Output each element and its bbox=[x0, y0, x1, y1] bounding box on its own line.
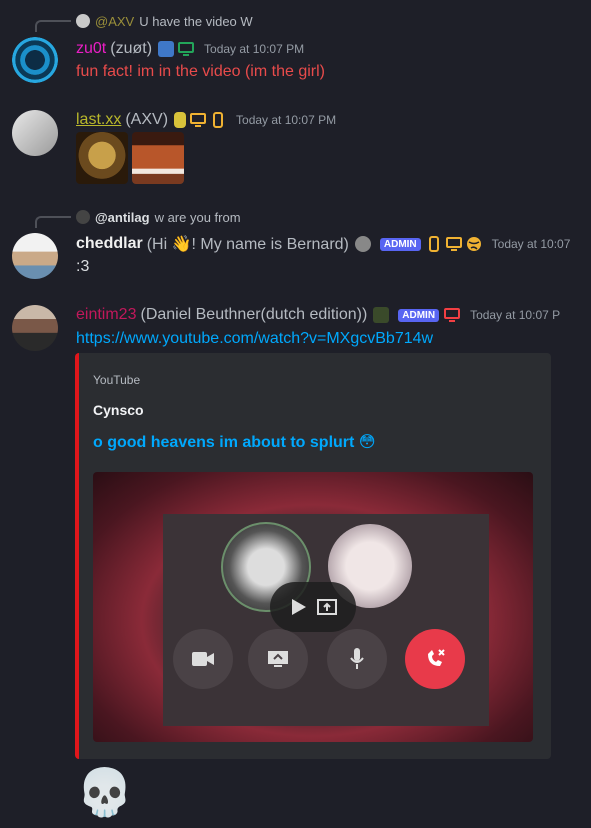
desktop-icon bbox=[445, 237, 462, 251]
desktop-icon bbox=[190, 113, 207, 127]
mobile-icon bbox=[428, 236, 439, 252]
username[interactable]: last.xx bbox=[76, 111, 121, 129]
avatar[interactable] bbox=[12, 110, 58, 156]
skull-message: 💀 bbox=[76, 765, 134, 819]
display-name: (Hi 👋! My name is Bernard) bbox=[146, 236, 349, 253]
embed-provider: YouTube bbox=[93, 373, 141, 387]
message-cheddlar: @antilag w are you from cheddlar (Hi 👋! … bbox=[0, 200, 591, 300]
reply-connector bbox=[35, 216, 71, 228]
hangup-icon bbox=[428, 649, 445, 666]
username[interactable]: eintim23 bbox=[76, 306, 136, 324]
message-last-xx: last.xx (AXV) Today at 10:07 PM bbox=[0, 100, 591, 200]
message-content: :3 bbox=[76, 258, 90, 275]
camera-icon bbox=[192, 652, 214, 666]
reply-connector bbox=[35, 20, 71, 32]
admin-badge: ADMIN bbox=[379, 237, 421, 251]
reply-text: U have the video W bbox=[139, 13, 253, 29]
timestamp: Today at 10:07 PM bbox=[236, 113, 337, 127]
timestamp: Today at 10:07 bbox=[491, 237, 571, 251]
play-button[interactable] bbox=[270, 582, 356, 632]
message-zu0t: @AXV U have the video W zu0t (zuøt) Toda… bbox=[0, 0, 591, 100]
message-eintim23: eintim23 (Daniel Beuthner(dutch edition)… bbox=[0, 300, 591, 770]
admin-badge: ADMIN bbox=[398, 308, 440, 322]
skull-emoji[interactable] bbox=[76, 132, 128, 184]
role-icon bbox=[158, 41, 175, 57]
embed-author[interactable]: Cynsco bbox=[93, 402, 144, 418]
role-icon bbox=[174, 112, 187, 128]
desktop-icon bbox=[444, 308, 461, 322]
embed-title[interactable]: o good heavens im about to splurt 😳 bbox=[93, 432, 375, 452]
youtube-link[interactable]: https://www.youtube.com/watch?v=MXgcvBb7… bbox=[76, 330, 433, 348]
video-thumbnail[interactable] bbox=[93, 472, 533, 742]
reply-user[interactable]: @antilag bbox=[95, 210, 150, 225]
display-name: (zuøt) bbox=[110, 40, 153, 57]
role-icon bbox=[373, 307, 390, 323]
globe-icon bbox=[466, 237, 481, 251]
display-name: (Daniel Beuthner(dutch edition)) bbox=[140, 306, 368, 323]
reply-text: w are you from bbox=[154, 209, 241, 225]
display-name: (AXV) bbox=[125, 111, 169, 128]
reply-preview[interactable]: @antilag w are you from bbox=[76, 208, 241, 226]
call-screenshare-button bbox=[248, 629, 308, 689]
timestamp: Today at 10:07 P bbox=[470, 308, 561, 322]
username[interactable]: zu0t bbox=[76, 40, 106, 58]
avatar[interactable] bbox=[12, 233, 58, 279]
screenshare-icon bbox=[268, 651, 288, 667]
desktop-icon bbox=[178, 42, 195, 56]
reply-preview[interactable]: @AXV U have the video W bbox=[76, 12, 253, 30]
face-emoji[interactable] bbox=[132, 132, 184, 184]
message-content: fun fact! im in the video (im the girl) bbox=[76, 63, 325, 80]
mobile-icon bbox=[213, 112, 224, 128]
role-icon bbox=[354, 236, 371, 252]
youtube-embed: YouTube Cynsco o good heavens im about t… bbox=[75, 353, 551, 759]
reply-avatar bbox=[76, 14, 90, 28]
timestamp: Today at 10:07 PM bbox=[204, 42, 305, 56]
call-camera-button bbox=[173, 629, 233, 689]
call-hangup-button bbox=[405, 629, 465, 689]
avatar[interactable] bbox=[12, 305, 58, 351]
reply-user[interactable]: @AXV bbox=[95, 14, 134, 29]
reply-avatar bbox=[76, 210, 90, 224]
avatar[interactable] bbox=[12, 37, 58, 83]
play-icon bbox=[292, 599, 306, 615]
username[interactable]: cheddlar bbox=[76, 235, 143, 253]
call-mic-button bbox=[327, 629, 387, 689]
open-external-icon bbox=[317, 599, 337, 615]
microphone-icon bbox=[350, 648, 364, 669]
